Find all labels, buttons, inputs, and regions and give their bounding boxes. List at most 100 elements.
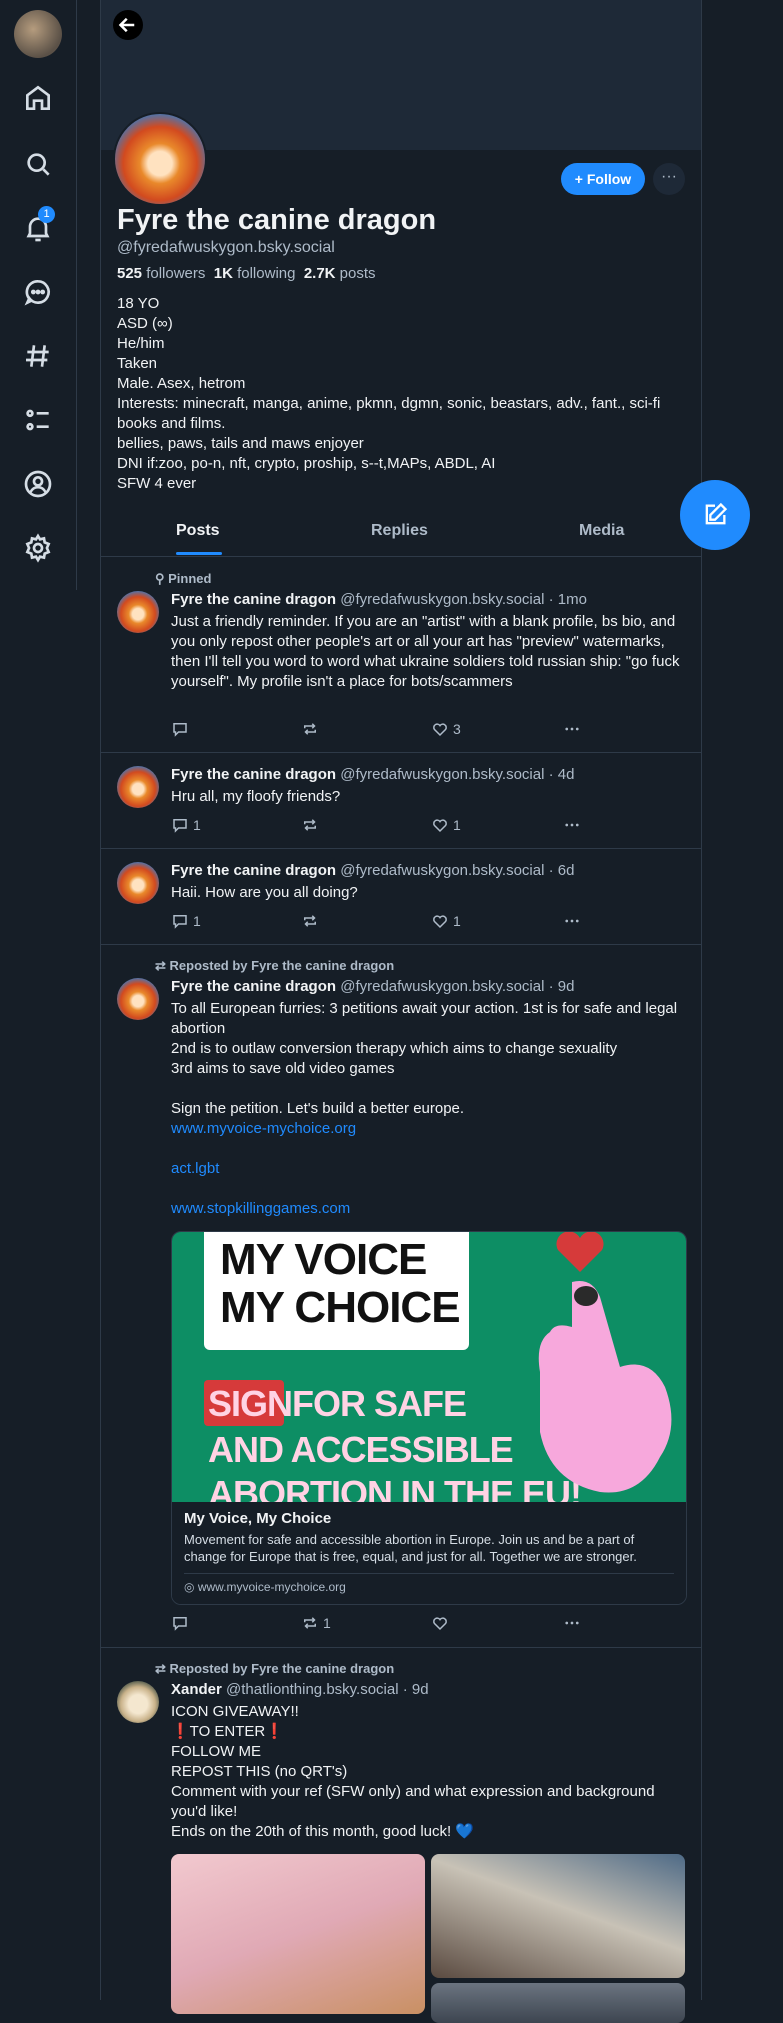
link-preview-card[interactable]: MY VOICE MY CHOICE SIGN FOR SAFE AND ACC… (171, 1231, 687, 1605)
like-button[interactable]: 1 (431, 816, 461, 834)
post-author-handle[interactable]: @thatlionthing.bsky.social (226, 1681, 399, 1698)
pinned-label: ⚲ Pinned (155, 571, 212, 586)
post-more-button[interactable] (563, 1614, 581, 1632)
card-image-text: AND ACCESSIBLE (208, 1429, 514, 1470)
chat-icon[interactable] (22, 276, 54, 308)
bio-line: Male. Asex, hetrom (117, 375, 246, 392)
post-item[interactable]: Fyre the canine dragon @fyredafwuskygon.… (101, 752, 701, 849)
post-author-avatar[interactable] (117, 766, 159, 808)
plus-icon: + (574, 171, 587, 187)
current-user-avatar[interactable] (14, 10, 62, 58)
repost-small-icon: ⇄ (155, 1661, 170, 1676)
reply-button[interactable] (171, 1614, 193, 1632)
card-image-text: ABORTION IN THE EU! (208, 1473, 582, 1502)
active-tab-indicator (176, 552, 222, 555)
posts-count: 2.7K posts (303, 265, 376, 282)
post-time[interactable]: · 6d (549, 862, 575, 879)
post-author-avatar[interactable] (117, 1681, 159, 1723)
reply-button[interactable] (171, 720, 193, 738)
post-link[interactable]: www.myvoice-mychoice.org (171, 1119, 686, 1139)
post-text: Just a friendly reminder. If you are an … (171, 613, 680, 690)
compose-post-button[interactable] (680, 480, 750, 550)
more-dots-icon (565, 823, 579, 827)
post-item[interactable]: Fyre the canine dragon @fyredafwuskygon.… (101, 848, 701, 945)
profile-more-button[interactable]: ··· (653, 163, 685, 195)
lists-icon[interactable] (22, 404, 54, 436)
post-text: To all European furries: 3 petitions awa… (171, 999, 686, 1219)
post-author-name[interactable]: Fyre the canine dragon (171, 766, 336, 783)
reply-button[interactable]: 1 (171, 912, 201, 930)
like-button[interactable]: 3 (431, 720, 461, 738)
post-author-handle[interactable]: @fyredafwuskygon.bsky.social (340, 862, 544, 879)
bio-line: DNI if:zoo, po-n, nft, crypto, proship, … (117, 455, 496, 472)
link-preview-image: MY VOICE MY CHOICE SIGN FOR SAFE AND ACC… (172, 1232, 686, 1502)
repost-button[interactable]: 1 (301, 1614, 331, 1632)
post-author-avatar[interactable] (117, 591, 159, 633)
notifications-bell-icon[interactable]: 1 (22, 206, 55, 244)
post-time[interactable]: · 9d (549, 978, 575, 995)
more-dots-icon (565, 919, 579, 923)
post-time[interactable]: · 1mo (549, 591, 587, 608)
profile-tabs: Posts Replies Media (101, 510, 701, 557)
back-button[interactable] (113, 10, 143, 40)
like-button[interactable]: 1 (431, 912, 461, 930)
link-preview-title: My Voice, My Choice (184, 1510, 332, 1527)
post-author-handle[interactable]: @fyredafwuskygon.bsky.social (340, 591, 544, 608)
tab-media[interactable]: Media (579, 522, 624, 540)
post-actions: 1 1 (171, 912, 601, 932)
bio-line: Interests: minecraft, manga, anime, pkmn… (117, 395, 661, 432)
post-more-button[interactable] (563, 912, 581, 930)
post-author-handle[interactable]: @fyredafwuskygon.bsky.social (340, 978, 544, 995)
reply-icon (173, 723, 187, 737)
post-item[interactable]: ⇄ Reposted by Fyre the canine dragon Fyr… (101, 944, 701, 1648)
repost-button[interactable] (301, 912, 323, 930)
hashtag-feeds-icon[interactable] (22, 340, 54, 372)
globe-icon: ◎ (184, 1580, 198, 1594)
tab-replies[interactable]: Replies (371, 522, 428, 540)
post-author-handle[interactable]: @fyredafwuskygon.bsky.social (340, 766, 544, 783)
post-actions: 1 1 (171, 816, 601, 836)
home-icon[interactable] (22, 82, 54, 114)
post-author-avatar[interactable] (117, 862, 159, 904)
post-more-button[interactable] (563, 816, 581, 834)
reply-button[interactable]: 1 (171, 816, 201, 834)
settings-gear-icon[interactable] (22, 532, 54, 564)
card-image-text: SIGN (208, 1383, 293, 1424)
post-author-name[interactable]: Fyre the canine dragon (171, 591, 336, 608)
like-count: 3 (453, 721, 461, 737)
bio-line: SFW 4 ever (117, 475, 197, 492)
profile-icon[interactable] (22, 468, 54, 500)
arrow-left-icon (118, 17, 135, 33)
profile-display-name: Fyre the canine dragon (117, 204, 437, 236)
profile-avatar[interactable] (113, 112, 207, 206)
tab-posts[interactable]: Posts (176, 522, 220, 540)
heart-icon (433, 723, 447, 737)
post-author-avatar[interactable] (117, 978, 159, 1020)
repost-button[interactable] (301, 816, 323, 834)
post-author-name[interactable]: Fyre the canine dragon (171, 978, 336, 995)
post-meta: Fyre the canine dragon @fyredafwuskygon.… (171, 766, 574, 783)
post-item[interactable]: ⇄ Reposted by Fyre the canine dragon Xan… (101, 1647, 701, 2023)
search-icon[interactable] (22, 148, 54, 180)
post-time[interactable]: · 9d (403, 1681, 429, 1698)
follow-button[interactable]: + Follow (561, 163, 645, 195)
post-time[interactable]: · 4d (549, 766, 575, 783)
profile-stats: 525 followers 1K following 2.7K posts (117, 265, 376, 282)
post-author-name[interactable]: Xander (171, 1681, 222, 1698)
post-image[interactable] (171, 1854, 425, 2014)
following-link[interactable]: 1K following (214, 265, 296, 282)
profile-bio: 18 YO ASD (∞) He/him Taken Male. Asex, h… (117, 294, 677, 494)
repost-button[interactable] (301, 720, 323, 738)
post-link[interactable]: act.lgbt (171, 1159, 686, 1179)
link-preview-body: My Voice, My Choice Movement for safe an… (172, 1502, 686, 1604)
post-more-button[interactable] (563, 720, 581, 738)
post-actions: 3 (171, 720, 601, 740)
like-button[interactable] (431, 1614, 453, 1632)
post-image[interactable] (431, 1854, 685, 1978)
post-author-name[interactable]: Fyre the canine dragon (171, 862, 336, 879)
followers-link[interactable]: 525 followers (117, 265, 205, 282)
post-link[interactable]: www.stopkillinggames.com (171, 1199, 686, 1219)
post-text: Hru all, my floofy friends? (171, 788, 341, 805)
post-item[interactable]: ⚲ Pinned Fyre the canine dragon @fyredaf… (101, 557, 701, 753)
post-image[interactable] (431, 1983, 685, 2023)
